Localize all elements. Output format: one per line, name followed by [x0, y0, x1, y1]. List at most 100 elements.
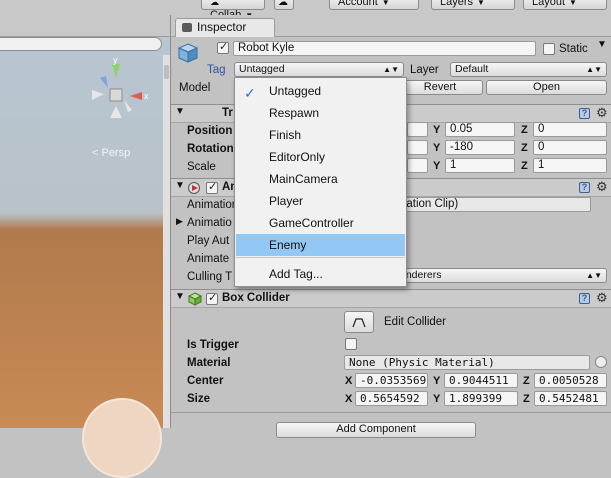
- gizmo-center-cube[interactable]: [109, 88, 123, 102]
- rotation-z-axis-label: Z: [521, 142, 528, 154]
- position-x-field[interactable]: [407, 122, 428, 137]
- foldout-arrow-icon[interactable]: ▶: [176, 216, 183, 227]
- dropdown-arrow-icon: ▲▼: [383, 65, 399, 74]
- foldout-arrow-icon[interactable]: ▼: [175, 180, 185, 191]
- size-z-axis-label: Z: [523, 393, 530, 405]
- menu-separator: [236, 257, 405, 258]
- tag-dropdown[interactable]: Untagged ▲▼: [234, 62, 404, 77]
- foldout-arrow-icon[interactable]: ▼: [175, 291, 185, 302]
- menu-item-finish[interactable]: Finish: [236, 124, 405, 146]
- menu-item-label: Enemy: [269, 238, 307, 252]
- material-field[interactable]: None (Physic Material): [344, 355, 590, 370]
- scene-scrollbar[interactable]: [163, 55, 170, 428]
- gizmo-z-cone[interactable]: [124, 100, 132, 112]
- rotation-x-field[interactable]: [407, 140, 428, 155]
- menu-item-untagged[interactable]: ✓ Untagged: [236, 80, 405, 102]
- tab-inspector[interactable]: Inspector: [175, 18, 275, 37]
- position-y-field[interactable]: 0.05: [445, 122, 515, 137]
- menu-item-label: MainCamera: [269, 172, 338, 186]
- gizmo-y-cone[interactable]: [112, 64, 120, 78]
- rotation-z-field[interactable]: 0: [533, 140, 607, 155]
- size-z-field[interactable]: 0.5452481: [534, 391, 607, 406]
- open-button[interactable]: Open: [486, 80, 607, 95]
- material-label: Material: [187, 357, 231, 369]
- tag-label: Tag: [207, 64, 226, 76]
- menu-item-player[interactable]: Player: [236, 190, 405, 212]
- menu-item-label: GameController: [269, 216, 354, 230]
- avatar-label: Animatio: [187, 217, 232, 229]
- chevron-down-icon[interactable]: ▼: [597, 39, 607, 50]
- layout-dropdown[interactable]: Layout ▼: [523, 0, 607, 10]
- menu-item-maincamera[interactable]: MainCamera: [236, 168, 405, 190]
- object-picker-icon[interactable]: [595, 356, 607, 368]
- is-trigger-checkbox[interactable]: [345, 338, 357, 350]
- center-y-field[interactable]: 0.9044511: [444, 373, 518, 388]
- cloud-icon: ☁: [210, 0, 219, 7]
- top-toolbar: ☁ Collab▼ ☁ Account▼ Layers▼ Layout▼: [0, 0, 611, 21]
- gizmo-x-label: x: [144, 91, 149, 101]
- help-icon[interactable]: ?: [579, 293, 590, 304]
- model-label: Model: [179, 82, 211, 94]
- gizmo-negz-cone[interactable]: [100, 76, 108, 88]
- layers-label: Layers: [440, 0, 474, 8]
- foldout-arrow-icon[interactable]: ▼: [175, 106, 185, 117]
- scrollbar-thumb[interactable]: [164, 65, 169, 79]
- position-label: Position: [187, 125, 233, 137]
- revert-button[interactable]: Revert: [397, 80, 483, 95]
- gizmo-y-label: y: [113, 56, 118, 65]
- account-dropdown[interactable]: Account ▼: [329, 0, 419, 10]
- account-label: Account: [338, 0, 378, 8]
- chevron-down-icon: ▼: [381, 0, 390, 7]
- box-collider-header[interactable]: ▼ Box Collider ? ⚙: [171, 289, 611, 308]
- size-x-field[interactable]: 0.5654592: [355, 391, 428, 406]
- layer-label: Layer: [410, 64, 439, 76]
- dropdown-arrow-icon: ▲▼: [586, 271, 602, 280]
- box-collider-enabled-checkbox[interactable]: [206, 291, 218, 305]
- menu-item-editoronly[interactable]: EditorOnly: [236, 146, 405, 168]
- gizmo-negx-cone[interactable]: [92, 90, 104, 100]
- culling-mode-dropdown[interactable]: enderers ▲▼: [395, 268, 607, 283]
- center-x-field[interactable]: -0.0353569: [355, 373, 428, 388]
- size-y-field[interactable]: 1.899399: [444, 391, 518, 406]
- gear-icon[interactable]: ⚙: [596, 180, 608, 193]
- center-z-field[interactable]: 0.0050528: [534, 373, 607, 388]
- layer-dropdown[interactable]: Default ▲▼: [450, 62, 607, 77]
- cloud-services-button[interactable]: ☁: [274, 0, 294, 10]
- scene-gizmo[interactable]: y x: [82, 56, 162, 136]
- controller-field[interactable]: nation Clip): [395, 197, 591, 212]
- add-component-button[interactable]: Add Component: [276, 422, 476, 438]
- persp-label[interactable]: < Persp: [92, 147, 130, 159]
- static-checkbox[interactable]: [543, 43, 555, 55]
- dropdown-arrow-icon: ▲▼: [586, 65, 602, 74]
- help-icon[interactable]: ?: [579, 182, 590, 193]
- checkmark-icon: ✓: [244, 85, 256, 101]
- update-mode-label: Animate: [187, 253, 230, 265]
- menu-item-enemy[interactable]: Enemy: [236, 234, 405, 256]
- scale-y-field[interactable]: 1: [445, 158, 515, 173]
- gear-icon[interactable]: ⚙: [596, 106, 608, 119]
- object-name-field[interactable]: Robot Kyle: [233, 41, 536, 56]
- controller-label: Animation: [187, 199, 239, 211]
- scale-x-field[interactable]: [407, 158, 428, 173]
- menu-item-gamecontroller[interactable]: GameController: [236, 212, 405, 234]
- position-z-field[interactable]: 0: [533, 122, 607, 137]
- scale-z-field[interactable]: 1: [533, 158, 607, 173]
- scene-tab-bar: [0, 15, 170, 37]
- menu-item-add-tag[interactable]: Add Tag...: [236, 263, 405, 285]
- help-icon[interactable]: ?: [579, 108, 590, 119]
- collab-dropdown[interactable]: ☁ Collab▼: [201, 0, 265, 21]
- menu-item-label: Add Tag...: [269, 267, 323, 281]
- rotation-y-field[interactable]: -180: [445, 140, 515, 155]
- scene-search-input[interactable]: [0, 37, 162, 51]
- active-checkbox[interactable]: [217, 40, 229, 54]
- menu-item-respawn[interactable]: Respawn: [236, 102, 405, 124]
- layers-dropdown[interactable]: Layers ▼: [431, 0, 515, 10]
- animator-enabled-checkbox[interactable]: [206, 180, 218, 194]
- gear-icon[interactable]: ⚙: [596, 291, 608, 304]
- menu-item-label: Respawn: [269, 106, 320, 120]
- inspector-icon: [182, 23, 192, 32]
- gizmo-negy-cone[interactable]: [110, 106, 122, 118]
- chevron-down-icon: ▼: [477, 0, 485, 7]
- gizmo-x-cone[interactable]: [130, 92, 142, 100]
- edit-collider-button[interactable]: [344, 311, 374, 333]
